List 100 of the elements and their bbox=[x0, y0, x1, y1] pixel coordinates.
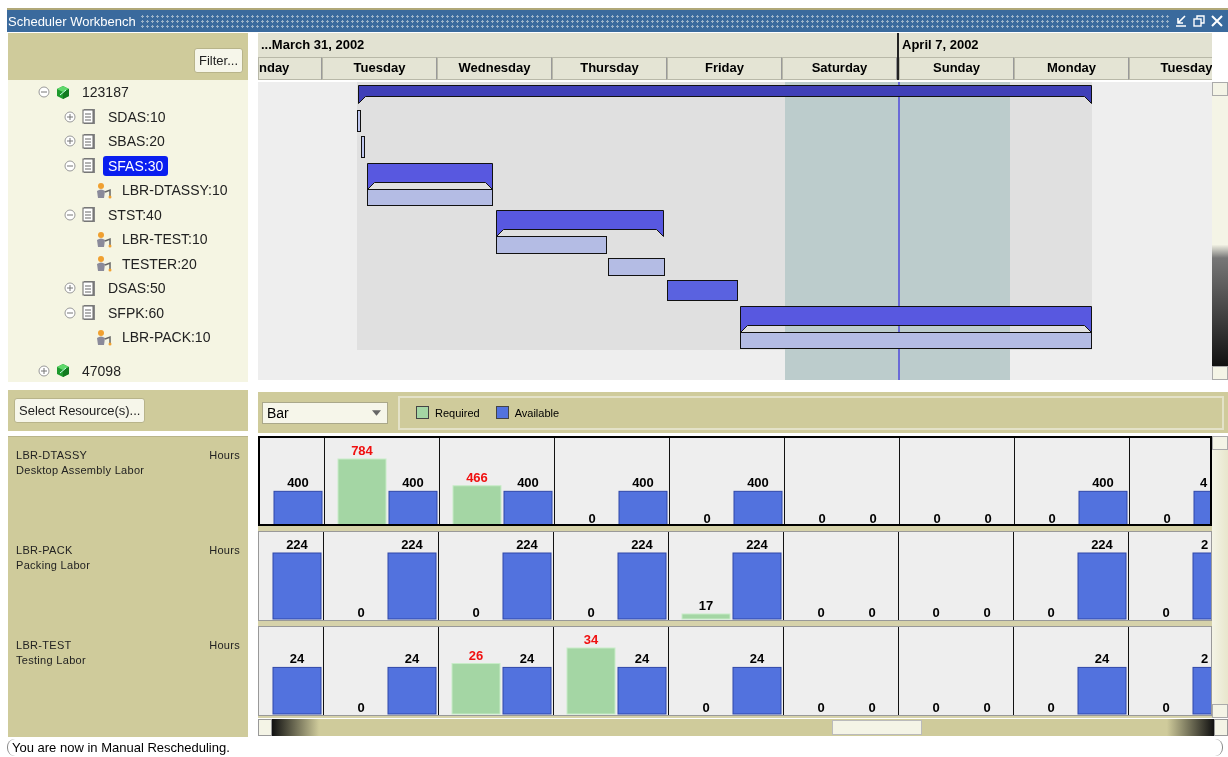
available-bar bbox=[617, 666, 667, 715]
tree-item[interactable]: STST:40 bbox=[103, 204, 167, 225]
tree-item[interactable]: SDAS:10 bbox=[103, 106, 171, 127]
horizontal-scrollbar[interactable] bbox=[258, 719, 1228, 736]
available-bar bbox=[617, 552, 667, 620]
legend-label: Required bbox=[435, 406, 480, 419]
person-icon bbox=[95, 255, 112, 273]
available-bar bbox=[1077, 666, 1127, 715]
available-bar bbox=[1077, 552, 1127, 620]
minimize-icon[interactable] bbox=[1174, 14, 1188, 28]
resource-description: Packing Labor bbox=[16, 559, 92, 571]
value-label: 0 bbox=[1047, 605, 1055, 620]
view-dropdown[interactable]: Bar bbox=[262, 401, 388, 424]
resource-code: LBR-DTASSY bbox=[16, 449, 88, 461]
document-icon bbox=[81, 108, 98, 126]
resource-description: Testing Labor bbox=[16, 654, 87, 666]
required-bar bbox=[566, 647, 616, 715]
day-header: Tuesday bbox=[1129, 57, 1212, 80]
available-bar bbox=[272, 552, 322, 620]
value-label: 0 bbox=[588, 511, 596, 524]
available-bar bbox=[733, 490, 783, 524]
value-label: 24 bbox=[749, 651, 765, 667]
tree-item[interactable]: SBAS:20 bbox=[103, 131, 170, 152]
document-icon bbox=[81, 304, 98, 322]
vertical-scrollbar[interactable] bbox=[1212, 82, 1228, 380]
status-bar: You are now in Manual Rescheduling. bbox=[7, 739, 1223, 756]
summary-bar[interactable] bbox=[740, 306, 1092, 333]
task-bar[interactable] bbox=[367, 189, 493, 206]
day-header: Tuesday bbox=[322, 57, 437, 80]
date-header: ...March 31, 2002 bbox=[260, 36, 366, 54]
vertical-scrollbar[interactable] bbox=[1212, 436, 1228, 718]
person-icon bbox=[95, 230, 112, 248]
day-header: Thursday bbox=[552, 57, 667, 80]
resource-code: LBR-TEST bbox=[16, 639, 72, 651]
available-bar bbox=[388, 490, 438, 524]
expand-icon[interactable] bbox=[64, 110, 76, 123]
required-bar bbox=[451, 663, 501, 715]
tree-item[interactable]: LBR-DTASSY:10 bbox=[117, 180, 233, 201]
window-title: Scheduler Workbench bbox=[7, 13, 136, 29]
tree-item[interactable]: TESTER:20 bbox=[117, 253, 202, 274]
value-label: 224 bbox=[746, 537, 768, 552]
value-label: 4 bbox=[1200, 475, 1208, 491]
resource-code: LBR-PACK bbox=[16, 544, 73, 556]
value-label: 784 bbox=[351, 443, 373, 458]
available-bar bbox=[387, 552, 437, 620]
expand-icon[interactable] bbox=[64, 135, 76, 148]
value-label: 0 bbox=[817, 605, 825, 620]
day-header: Saturday bbox=[782, 57, 897, 80]
value-label: 0 bbox=[1048, 511, 1056, 524]
available-bar bbox=[502, 552, 552, 620]
person-icon bbox=[95, 181, 112, 199]
value-label: 0 bbox=[818, 511, 826, 524]
document-icon bbox=[81, 279, 98, 297]
tree-item[interactable]: 47098 bbox=[77, 360, 126, 381]
value-label: 34 bbox=[583, 632, 599, 647]
resource-chart[interactable]: 224 0 224 0 224 0 224 17 224 0 0 0 0 0 224 0 2 bbox=[258, 531, 1212, 621]
value-label: 17 bbox=[698, 598, 714, 613]
resource-chart[interactable]: 24 0 24 26 24 34 24 0 24 0 0 0 0 0 24 0 2 bbox=[258, 626, 1212, 716]
value-label: 224 bbox=[286, 537, 308, 552]
value-label: 400 bbox=[287, 475, 309, 491]
summary-bar[interactable] bbox=[496, 210, 664, 237]
close-icon[interactable] bbox=[1210, 14, 1224, 28]
tree-item[interactable]: 123187 bbox=[77, 82, 134, 103]
value-label: 0 bbox=[932, 605, 940, 620]
tree-item[interactable]: DSAS:50 bbox=[103, 278, 171, 299]
value-label: 400 bbox=[1092, 475, 1114, 491]
value-label: 0 bbox=[357, 700, 365, 715]
available-bar bbox=[272, 666, 322, 715]
available-bar bbox=[618, 490, 668, 524]
task-bar[interactable] bbox=[608, 258, 665, 276]
tree-item[interactable]: SFAS:30 bbox=[103, 155, 169, 176]
value-label: 400 bbox=[517, 475, 539, 491]
value-label: 24 bbox=[289, 651, 305, 667]
task-bar[interactable] bbox=[357, 110, 361, 132]
value-label: 224 bbox=[1091, 537, 1113, 552]
caret-icon bbox=[372, 409, 381, 416]
summary-bar[interactable] bbox=[358, 85, 1092, 104]
task-bar[interactable] bbox=[740, 332, 1092, 349]
day-header: Monday bbox=[1014, 57, 1129, 80]
value-label: 26 bbox=[468, 647, 484, 663]
value-label: 0 bbox=[868, 700, 876, 715]
select-resources-button[interactable]: Select Resource(s)... bbox=[14, 398, 146, 423]
summary-bar[interactable] bbox=[367, 163, 493, 190]
tree-item[interactable]: LBR-TEST:10 bbox=[117, 229, 213, 250]
tree-item[interactable]: SFPK:60 bbox=[103, 302, 170, 323]
restore-icon[interactable] bbox=[1192, 14, 1206, 28]
cube-icon bbox=[55, 83, 72, 101]
expand-icon[interactable] bbox=[38, 364, 50, 377]
available-bar bbox=[732, 552, 782, 620]
value-label: 400 bbox=[402, 475, 424, 491]
task-bar[interactable] bbox=[361, 136, 365, 158]
expand-icon[interactable] bbox=[64, 282, 76, 295]
task-bar[interactable] bbox=[496, 236, 607, 254]
unit-label: Hours bbox=[209, 544, 240, 556]
unit-label: Hours bbox=[209, 449, 240, 461]
tree-item[interactable]: LBR-PACK:10 bbox=[117, 327, 216, 348]
value-label: 400 bbox=[747, 475, 769, 491]
filter-button[interactable]: Filter... bbox=[194, 48, 243, 73]
value-label: 2 bbox=[1201, 537, 1209, 552]
resource-chart[interactable]: 400 784 400 466 400 0 400 0 400 0 0 0 0 0 400 0 4 bbox=[258, 436, 1212, 526]
